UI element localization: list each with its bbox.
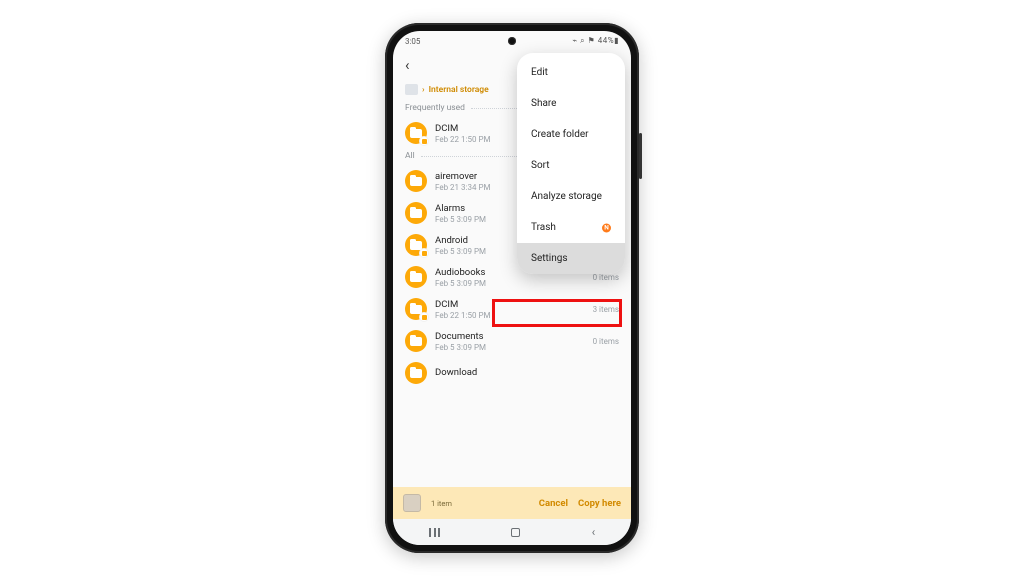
menu-edit[interactable]: Edit	[517, 57, 625, 88]
nav-back-icon[interactable]: ‹	[592, 525, 596, 539]
cancel-button[interactable]: Cancel	[539, 498, 568, 509]
item-count: 3 items	[593, 305, 619, 314]
list-item[interactable]: Download	[399, 357, 625, 389]
folder-icon	[405, 202, 427, 224]
menu-create-folder[interactable]: Create folder	[517, 119, 625, 150]
side-button	[639, 133, 642, 179]
chevron-right-icon: ›	[422, 85, 425, 95]
screen: 3:05 ⌁ ⌕ ⚑ 44%▮ ‹ › Internal storage Fre…	[393, 31, 631, 545]
menu-share[interactable]: Share	[517, 88, 625, 119]
section-label: All	[405, 151, 415, 161]
camera-badge-icon	[419, 312, 429, 322]
item-date: Feb 5 3:09 PM	[435, 343, 585, 352]
camera-badge-icon	[419, 136, 429, 146]
folder-icon	[405, 234, 427, 256]
folder-icon	[405, 266, 427, 288]
item-name: Documents	[435, 331, 585, 342]
nav-recent-icon[interactable]	[429, 528, 440, 537]
section-label: Frequently used	[405, 103, 465, 113]
menu-trash-label: Trash	[531, 222, 556, 233]
copy-here-button[interactable]: Copy here	[578, 498, 621, 509]
item-date: Feb 5 3:09 PM	[435, 279, 585, 288]
new-badge-icon: N	[602, 223, 611, 232]
nav-home-icon[interactable]	[511, 528, 520, 537]
front-camera	[508, 37, 516, 45]
status-time: 3:05	[405, 37, 420, 46]
menu-analyze-storage[interactable]: Analyze storage	[517, 181, 625, 212]
overflow-menu: Edit Share Create folder Sort Analyze st…	[517, 53, 625, 274]
item-date: Feb 22 1:50 PM	[435, 311, 585, 320]
nav-bar: ‹	[393, 519, 631, 545]
folder-icon	[405, 122, 427, 144]
fade-overlay	[393, 463, 631, 489]
folder-icon	[405, 330, 427, 352]
copy-bar: 1 item Cancel Copy here	[393, 487, 631, 519]
list-item[interactable]: DocumentsFeb 5 3:09 PM 0 items	[399, 325, 625, 357]
breadcrumb-label: Internal storage	[429, 85, 489, 95]
home-icon	[405, 84, 418, 95]
folder-icon	[405, 298, 427, 320]
item-count: 0 items	[593, 337, 619, 346]
clipboard-thumb-icon	[403, 494, 421, 512]
item-name: DCIM	[435, 299, 585, 310]
list-item[interactable]: DCIMFeb 22 1:50 PM 3 items	[399, 293, 625, 325]
status-indicators: ⌁ ⌕ ⚑ 44%▮	[572, 36, 619, 46]
back-icon[interactable]: ‹	[405, 56, 410, 74]
item-name: Download	[435, 367, 611, 378]
menu-settings[interactable]: Settings	[517, 243, 625, 274]
folder-icon	[405, 362, 427, 384]
phone-frame: 3:05 ⌁ ⌕ ⚑ 44%▮ ‹ › Internal storage Fre…	[385, 23, 639, 553]
copy-count: 1 item	[431, 499, 452, 508]
menu-sort[interactable]: Sort	[517, 150, 625, 181]
gear-badge-icon	[419, 248, 429, 258]
menu-trash[interactable]: Trash N	[517, 212, 625, 243]
folder-icon	[405, 170, 427, 192]
